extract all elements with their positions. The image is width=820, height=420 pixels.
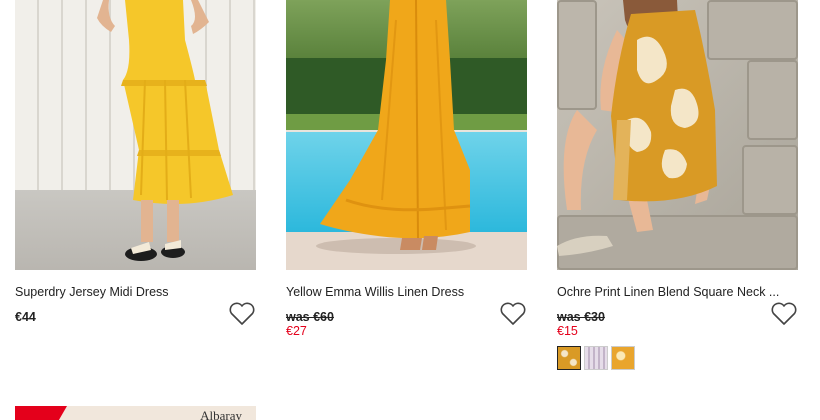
sale-price: €27: [286, 324, 307, 338]
swatch-yellow-print[interactable]: [611, 346, 635, 370]
swatch-lilac-stripe[interactable]: [584, 346, 608, 370]
swatch-ochre-print[interactable]: [557, 346, 581, 370]
product-name[interactable]: Ochre Print Linen Blend Square Neck ...: [557, 284, 789, 300]
was-price: was €60: [286, 310, 334, 324]
product-photo[interactable]: [15, 0, 256, 270]
next-product-card-partial[interactable]: Albaray: [15, 406, 256, 420]
wishlist-heart-icon[interactable]: [499, 301, 527, 327]
sale-price: €15: [557, 324, 578, 338]
product-photo[interactable]: [557, 0, 798, 270]
was-price: was €30: [557, 310, 605, 324]
ochre-print-dress-photo: [557, 0, 717, 256]
yellow-tiered-dress-photo: [97, 0, 233, 261]
wishlist-heart-icon[interactable]: [770, 301, 798, 327]
product-card[interactable]: Yellow Emma Willis Linen Dress was €60 €…: [286, 0, 527, 338]
yellow-maxi-dress-photo: [316, 0, 476, 254]
product-name[interactable]: Superdry Jersey Midi Dress: [15, 284, 247, 300]
product-photo[interactable]: [286, 0, 527, 270]
product-price: €44: [15, 310, 36, 324]
product-card[interactable]: Ochre Print Linen Blend Square Neck ... …: [557, 0, 798, 370]
wishlist-heart-icon[interactable]: [228, 301, 256, 327]
brand-logo-text: Albaray: [200, 408, 242, 420]
product-card[interactable]: Superdry Jersey Midi Dress €44: [15, 0, 256, 327]
product-name[interactable]: Yellow Emma Willis Linen Dress: [286, 284, 518, 300]
sale-badge: [15, 406, 68, 420]
colour-swatches: [557, 346, 798, 370]
